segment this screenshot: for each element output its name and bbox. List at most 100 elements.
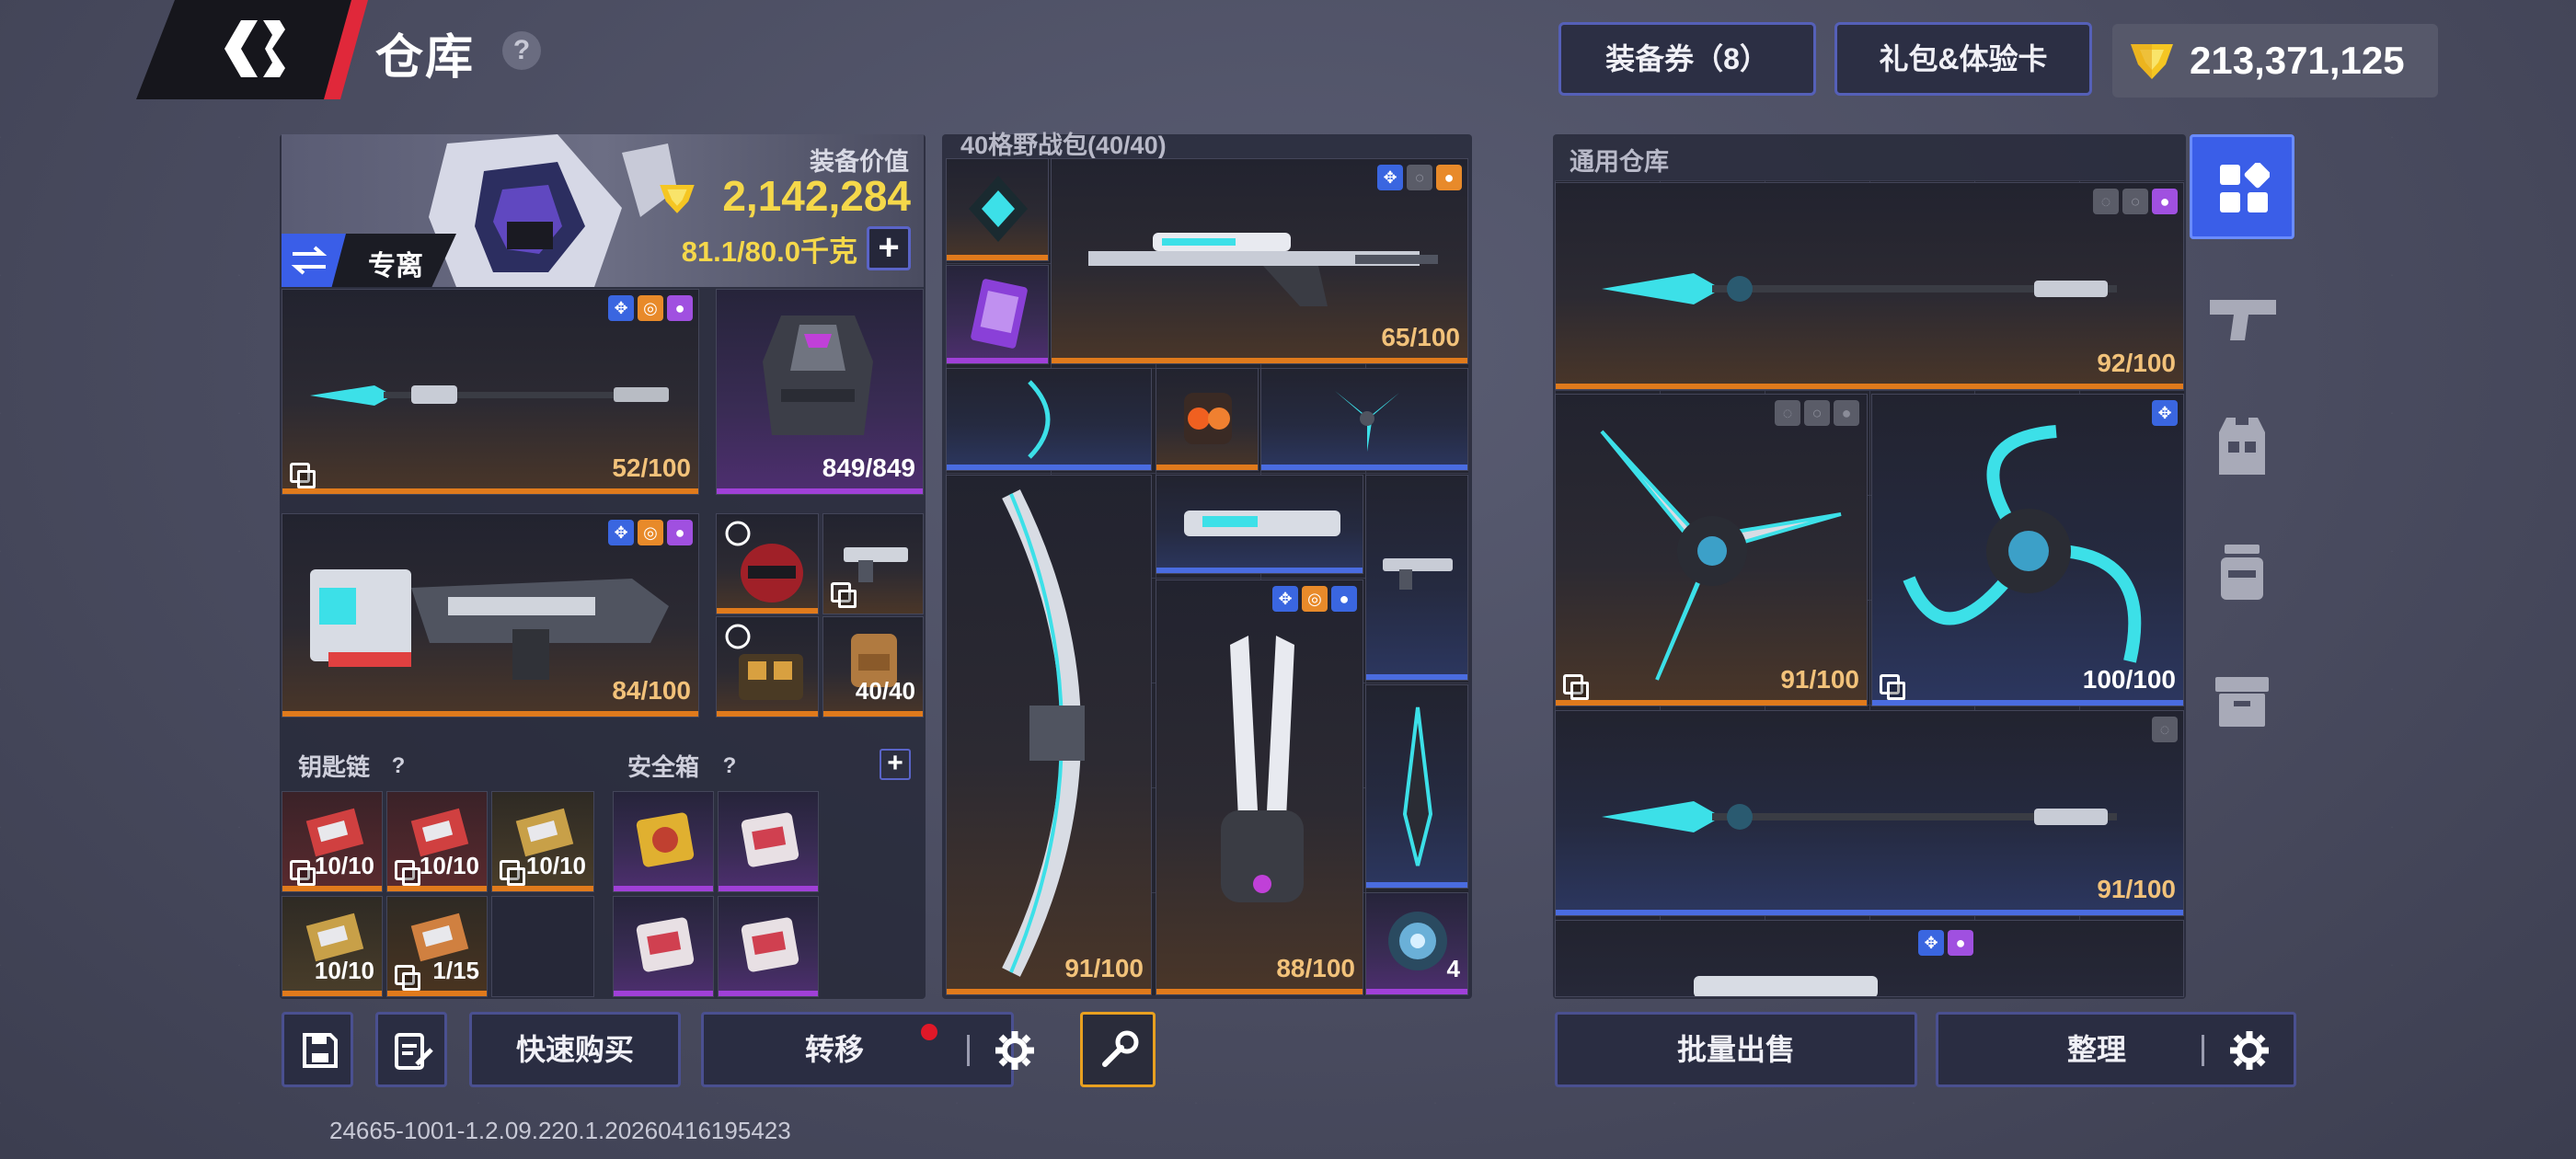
backpack-item-pistol[interactable] — [1365, 475, 1468, 681]
copy-icon — [831, 582, 857, 608]
durability: 91/100 — [1780, 665, 1859, 694]
safebox-help-icon[interactable]: ? — [714, 751, 745, 782]
storage-title: 通用仓库 — [1570, 148, 1669, 176]
sort-settings-icon[interactable] — [2228, 1029, 2271, 1072]
rarity-bar — [717, 608, 818, 614]
shuriken-image — [1903, 425, 2142, 663]
backpack-item-sniper[interactable]: ✥ ○ ● 65/100 — [1051, 158, 1468, 364]
tab-consumables[interactable] — [2190, 521, 2294, 625]
key-item[interactable]: 10/10 — [491, 791, 594, 892]
keychain-help-icon[interactable]: ? — [383, 751, 414, 782]
secondary-weapon-slot[interactable]: ✥ ◎ ● 84/100 — [282, 513, 699, 717]
primary-weapon-slot[interactable]: ✥ ◎ ● 52/100 — [282, 289, 699, 495]
key-item[interactable]: 10/10 — [282, 791, 383, 892]
safebox-item[interactable] — [613, 791, 714, 892]
backpack-item-crystal[interactable] — [946, 158, 1049, 261]
rarity-bar — [282, 886, 382, 891]
storage-item-spear-1[interactable]: ◌ ○ ● 92/100 — [1555, 182, 2184, 390]
rarity-bar — [1556, 910, 2183, 915]
mode-label: 专离 — [368, 251, 423, 281]
safebox-item[interactable] — [718, 791, 819, 892]
tab-weapons[interactable] — [2190, 267, 2294, 372]
backpack-item-claw[interactable]: ✥ ◎ ● 88/100 — [1156, 580, 1363, 995]
gift-pack-button[interactable]: 礼包&体验卡 — [1834, 22, 2092, 96]
add-weight-button[interactable]: + — [867, 226, 911, 270]
pistol-slot[interactable] — [822, 513, 924, 614]
tools-button[interactable] — [1080, 1012, 1156, 1087]
key-item[interactable]: 10/10 — [386, 791, 488, 892]
helmet-image — [741, 544, 803, 602]
save-icon — [303, 1033, 338, 1068]
copy-icon — [1880, 674, 1905, 700]
mod-icon: ● — [667, 295, 693, 321]
backpack-item-launcher[interactable] — [1156, 475, 1363, 574]
helmet-slot[interactable] — [716, 513, 819, 614]
backpack-item-orb[interactable]: 4 — [1365, 892, 1468, 995]
edit-list-button[interactable] — [375, 1012, 447, 1087]
rarity-bar — [1366, 674, 1467, 680]
rarity-bar — [947, 989, 1151, 994]
mode-badge[interactable]: 专离 — [282, 234, 456, 287]
rarity-bar — [1261, 465, 1467, 470]
help-icon[interactable]: ? — [502, 31, 541, 70]
copy-icon — [290, 860, 316, 886]
bulk-sell-button[interactable]: 批量出售 — [1555, 1012, 1917, 1087]
backpack-slot[interactable]: 40/40 — [822, 616, 924, 717]
transfer-button[interactable]: 转移 — [701, 1012, 1014, 1087]
copy-icon — [290, 463, 316, 488]
backpack-item-battery[interactable] — [1156, 368, 1259, 471]
vest-icon — [2219, 418, 2265, 475]
backpack-title: 40格野战包(40/40) — [960, 132, 1167, 159]
rarity-bar — [1556, 384, 2183, 389]
backpack-item-shuriken-small[interactable] — [1260, 368, 1468, 471]
copy-icon — [1563, 674, 1589, 700]
rig-slot[interactable] — [716, 616, 819, 717]
rarity-bar — [1156, 989, 1363, 994]
rarity-bar — [614, 886, 713, 891]
transfer-label: 转移 — [805, 1033, 865, 1066]
durability: 52/100 — [612, 453, 691, 482]
rarity-bar — [492, 886, 593, 891]
safebox-item[interactable] — [613, 896, 714, 997]
gun-icon — [2210, 300, 2276, 340]
quick-buy-button[interactable]: 快速购买 — [469, 1012, 681, 1087]
key-item[interactable]: 1/15 — [386, 896, 488, 997]
tab-misc[interactable] — [2190, 649, 2294, 754]
storage-item-rifle-partial[interactable]: ✥ ● — [1555, 920, 2184, 997]
mod-icon: ◎ — [638, 295, 663, 321]
spear-image — [1602, 801, 2117, 832]
tab-armor[interactable] — [2190, 396, 2294, 500]
key-count: 10/10 — [314, 852, 374, 879]
gem-icon — [2131, 44, 2173, 79]
key-count: 1/15 — [432, 957, 479, 984]
key-item[interactable]: 10/10 — [282, 896, 383, 997]
empty-key-slot[interactable] — [491, 896, 594, 997]
storage-item-spear-2[interactable]: ◌ 91/100 — [1555, 710, 2184, 916]
equip-voucher-button[interactable]: 装备券（8） — [1558, 22, 1816, 96]
copy-icon — [395, 965, 420, 991]
armor-slot[interactable]: 849/849 — [716, 289, 924, 495]
rarity-bar — [282, 711, 698, 717]
transfer-settings-icon[interactable] — [994, 1029, 1036, 1072]
expand-safebox-button[interactable]: + — [880, 749, 911, 780]
tab-all-items[interactable] — [2190, 134, 2294, 239]
backpack-item-card[interactable] — [946, 265, 1049, 364]
notification-dot — [921, 1024, 937, 1040]
safebox-item[interactable] — [718, 896, 819, 997]
durability: 91/100 — [2097, 875, 2176, 903]
greatbow-image — [1002, 489, 1085, 977]
rarity-bar — [823, 711, 923, 717]
save-button[interactable] — [282, 1012, 353, 1087]
storage-item-shuriken-2[interactable]: ✥ 100/100 — [1871, 394, 2184, 706]
backpack-item-dagger[interactable] — [1365, 684, 1468, 889]
sort-label: 整理 — [2067, 1033, 2127, 1066]
storage-item-shuriken-1[interactable]: ◌ ○ ● 91/100 — [1555, 394, 1868, 706]
durability: 849/849 — [822, 453, 915, 482]
sniper-rifle-image — [1088, 233, 1438, 306]
backpack-item-bow-small[interactable] — [946, 368, 1152, 471]
backpack-item-greatbow[interactable]: ✥◎● 91/100 — [946, 475, 1152, 995]
clipboard-edit-icon — [395, 1033, 433, 1070]
rarity-bar — [1366, 989, 1467, 994]
durability: 92/100 — [2097, 349, 2176, 377]
rarity-bar — [282, 488, 698, 494]
